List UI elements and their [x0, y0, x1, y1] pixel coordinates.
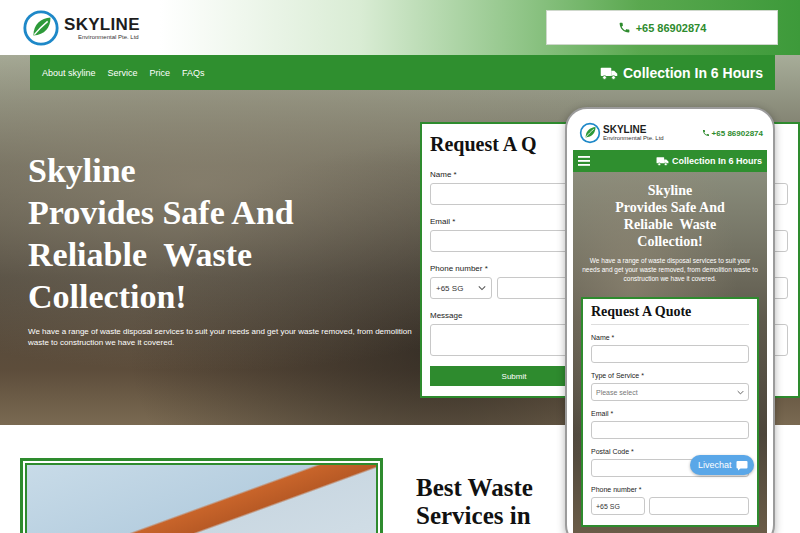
field-label: Phone number *: [591, 485, 749, 495]
service-select[interactable]: Please select: [591, 383, 749, 401]
nav-item[interactable]: FAQs: [182, 68, 205, 78]
brand-name: SKYLINE: [64, 16, 140, 33]
hero-description: We have a range of waste disposal servic…: [28, 326, 413, 348]
brand-name: SKYLINE: [603, 125, 664, 135]
landing-page: SKYLINEEnvironmental Pte. Ltd+65 8690287…: [0, 0, 800, 533]
truck-icon: [600, 66, 618, 80]
mobile-hero-title: SkylineProvides Safe AndReliable WasteCo…: [581, 182, 759, 250]
mobile-hero-description: We have a range of waste disposal servic…: [581, 256, 759, 283]
brand-subtitle: Environmental Pte. Ltd: [603, 135, 664, 141]
chevron-down-icon: [737, 390, 744, 395]
form-field: Email *: [591, 409, 749, 439]
phone-input[interactable]: [649, 497, 749, 515]
mobile-logo[interactable]: SKYLINEEnvironmental Pte. Ltd: [579, 122, 664, 144]
collection-badge: Collection In 6 Hours: [656, 156, 762, 166]
hero-text: SkylineProvides Safe AndReliable WasteCo…: [28, 122, 416, 348]
leaf-logo-icon: [22, 9, 60, 47]
truck-icon: [656, 156, 669, 166]
collection-badge: Collection In 6 Hours: [600, 65, 763, 81]
text-input[interactable]: [591, 345, 749, 363]
form-field: Phone number * +65 SG: [591, 485, 749, 515]
country-code-select[interactable]: +65 SG: [430, 277, 492, 299]
call-button[interactable]: +65 86902874: [546, 10, 778, 45]
livechat-button[interactable]: Livechat: [690, 455, 754, 475]
text-input[interactable]: [591, 421, 749, 439]
field-label: Type of Service *: [591, 371, 749, 381]
field-label: Name *: [591, 333, 749, 343]
mobile-nav-bar: Collection In 6 Hours: [573, 150, 767, 172]
hero-title: SkylineProvides Safe AndReliable WasteCo…: [28, 150, 416, 318]
mobile-call-link[interactable]: +65 86902874: [702, 129, 763, 138]
logo[interactable]: SKYLINEEnvironmental Pte. Ltd: [22, 9, 140, 47]
country-code-select[interactable]: +65 SG: [591, 497, 645, 515]
hamburger-menu-icon[interactable]: [578, 156, 590, 166]
form-field: Name *: [591, 333, 749, 363]
excavator-photo: [20, 458, 383, 533]
mobile-hero: SkylineProvides Safe AndReliable WasteCo…: [573, 172, 767, 533]
services-heading: Best WasteServices in: [416, 474, 533, 533]
call-button-label: +65 86902874: [636, 22, 707, 34]
quote-form-title: Request A Quote: [591, 303, 749, 325]
nav-item[interactable]: Price: [150, 68, 171, 78]
nav-item[interactable]: About skyline: [42, 68, 96, 78]
chevron-down-icon: [478, 285, 486, 291]
mobile-quote-form: Request A Quote Name * Type of Service * Pl…: [581, 297, 759, 527]
brand-subtitle: Environmental Pte. Ltd: [78, 34, 140, 40]
leaf-logo-icon: [579, 122, 601, 144]
mobile-mockup: SKYLINEEnvironmental Pte. Ltd +65 8690287…: [565, 107, 775, 533]
nav-bar: About skyline Service Price FAQs Collection …: [30, 55, 775, 90]
site-header: SKYLINEEnvironmental Pte. Ltd +65 8690287…: [0, 0, 800, 55]
nav-item[interactable]: Service: [108, 68, 138, 78]
phone-icon: [702, 129, 710, 137]
chat-bubble-icon: [736, 460, 748, 471]
field-label: Email *: [591, 409, 749, 419]
mobile-header: SKYLINEEnvironmental Pte. Ltd +65 8690287…: [573, 116, 767, 150]
phone-icon: [618, 21, 631, 34]
form-field: Type of Service * Please select: [591, 371, 749, 401]
